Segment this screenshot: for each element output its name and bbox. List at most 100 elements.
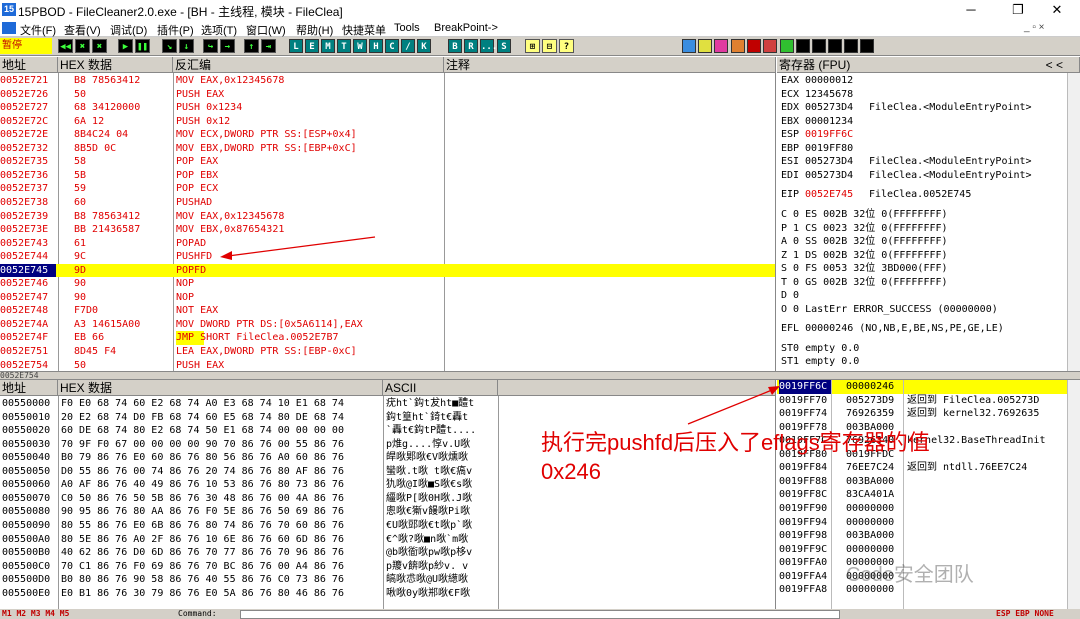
disasm-row[interactable]: 0052E745 9D POPFD <box>0 263 775 278</box>
disasm-hex[interactable]: 8D45 F4 <box>74 345 172 359</box>
flag-line[interactable]: S 0 FS 0053 32位 3BD000(FFF) <box>781 262 948 276</box>
menu-tools[interactable]: Tools <box>394 22 420 34</box>
patches-button[interactable]: / <box>401 39 415 53</box>
dump-ascii[interactable]: 鈎t篁ht`錡t€轟t <box>386 411 498 425</box>
disasm-hex[interactable]: 6A 12 <box>74 115 172 129</box>
dump-ascii[interactable]: 疣ht`鈎t犮ht■醴t <box>386 397 498 411</box>
stack-row[interactable]: 0019FF6C 00000246 <box>777 380 1067 394</box>
stack-val[interactable]: 003BA000 <box>846 475 902 489</box>
disasm-address[interactable]: 0052E735 <box>0 155 56 169</box>
disasm-address[interactable]: 0052E746 <box>0 277 56 291</box>
windows-button[interactable]: W <box>353 39 367 53</box>
disasm-instruction[interactable]: LEA EAX,DWORD PTR SS:[EBP-0xC] <box>176 345 442 359</box>
stack-addr[interactable]: 0019FF9C <box>779 543 831 557</box>
stack-addr[interactable]: 0019FF84 <box>779 461 831 475</box>
disasm-header-disasm[interactable]: 反汇编 <box>173 57 444 73</box>
disasm-hex[interactable]: 8B5D 0C <box>74 142 172 156</box>
dump-ascii[interactable]: €U唙郖唙€t唙p`唙 <box>386 519 498 533</box>
disasm-hex[interactable]: 9C <box>74 250 172 264</box>
disasm-address[interactable]: 0052E738 <box>0 196 56 210</box>
dump-row[interactable]: 00550090 80 55 86 76 E0 6B 86 76 80 74 86… <box>0 519 775 533</box>
flag-line[interactable]: A 0 SS 002B 32位 0(FFFFFFFF) <box>781 235 948 249</box>
disasm-instruction[interactable]: PUSH 0x12 <box>176 115 442 129</box>
goto-button[interactable]: ⇥ <box>261 39 276 53</box>
pause-button[interactable]: ❚❚ <box>135 39 150 53</box>
dump-addr[interactable]: 00550060 <box>2 478 58 492</box>
stack-addr[interactable]: 0019FF98 <box>779 529 831 543</box>
modules-button[interactable]: E <box>305 39 319 53</box>
plugin-icon-6[interactable] <box>763 39 777 53</box>
dump-addr[interactable]: 00550020 <box>2 424 58 438</box>
dump-hex[interactable]: 60 DE 68 74 80 E2 68 74 50 E1 68 74 00 0… <box>61 424 383 438</box>
disasm-address[interactable]: 0052E747 <box>0 291 56 305</box>
dump-row[interactable]: 005500D0 B0 80 86 76 90 58 86 76 40 55 86… <box>0 573 775 587</box>
disasm-hex[interactable]: 50 <box>74 88 172 102</box>
flag-line[interactable]: O 0 LastErr ERROR_SUCCESS (00000000) <box>781 303 998 317</box>
disassembly-pane[interactable]: 地址 HEX 数据 反汇编 注释 0052E721 B8 78563412 MOV … <box>0 57 776 371</box>
trace-over-button[interactable]: → <box>220 39 235 53</box>
dump-row[interactable]: 00550010 20 E2 68 74 D0 FB 68 74 60 E5 68… <box>0 411 775 425</box>
flag-line[interactable]: P 1 CS 0023 32位 0(FFFFFFFF) <box>781 222 948 236</box>
dump-addr[interactable]: 005500A0 <box>2 533 58 547</box>
stack-row[interactable]: 0019FF8C 83CA401A <box>777 488 1067 502</box>
source-button[interactable]: S <box>497 39 511 53</box>
stack-val[interactable]: 76EE7C24 <box>846 461 902 475</box>
plugin-icon-10[interactable] <box>828 39 842 53</box>
dump-hex[interactable]: B0 79 86 76 E0 60 86 76 80 56 86 76 A0 6… <box>61 451 383 465</box>
disasm-row[interactable]: 0052E747 90 NOP <box>0 291 775 305</box>
disasm-row[interactable]: 0052E732 8B5D 0C MOV EBX,DWORD PTR SS:[EBP… <box>0 142 775 156</box>
disasm-instruction[interactable]: NOT EAX <box>176 304 442 318</box>
trace-into-button[interactable]: ↪ <box>203 39 218 53</box>
disasm-hex[interactable]: 8B4C24 04 <box>74 128 172 142</box>
disasm-hex[interactable]: 9D <box>74 264 172 278</box>
flag-line[interactable]: T 0 GS 002B 32位 0(FFFFFFFF) <box>781 276 948 290</box>
disasm-hex[interactable]: 68 34120000 <box>74 101 172 115</box>
disasm-instruction[interactable]: PUSH EAX <box>176 359 442 371</box>
stack-val[interactable]: 00000000 <box>846 502 902 516</box>
menu-window[interactable]: 窗口(W) <box>246 22 286 38</box>
flag-line[interactable]: Z 1 DS 002B 32位 0(FFFFFFFF) <box>781 249 948 263</box>
disasm-header-hex[interactable]: HEX 数据 <box>58 57 173 73</box>
disasm-instruction[interactable]: POPFD <box>176 264 442 278</box>
dump-addr[interactable]: 00550070 <box>2 492 58 506</box>
disasm-row[interactable]: 0052E737 59 POP ECX <box>0 182 775 196</box>
stack-row[interactable]: 0019FF90 00000000 <box>777 502 1067 516</box>
dump-hex[interactable]: A0 AF 86 76 40 49 86 76 10 53 86 76 80 7… <box>61 478 383 492</box>
dump-ascii[interactable]: 皔唙郹唙€V唙燻唙 <box>386 451 498 465</box>
dump-addr[interactable]: 005500E0 <box>2 587 58 601</box>
plugin-icon-9[interactable] <box>812 39 826 53</box>
registers-header[interactable]: 寄存器 (FPU) < < <box>777 57 1080 73</box>
dump-ascii[interactable]: €^唙?唙■n唙`m唙 <box>386 533 498 547</box>
dump-hex[interactable]: 70 9F F0 67 00 00 00 00 90 70 86 76 00 5… <box>61 438 383 452</box>
registers-pane[interactable]: 寄存器 (FPU) < < EAX 00000012 ECX 12345678 EDX 0… <box>777 57 1080 371</box>
disasm-instruction[interactable]: NOP <box>176 277 442 291</box>
disasm-row[interactable]: 0052E72E 8B4C24 04 MOV ECX,DWORD PTR SS:[E… <box>0 128 775 142</box>
dump-addr[interactable]: 005500D0 <box>2 573 58 587</box>
menu-plugins[interactable]: 插件(P) <box>157 22 194 38</box>
dump-addr[interactable]: 00550050 <box>2 465 58 479</box>
disasm-hex[interactable]: 59 <box>74 182 172 196</box>
log-window-button[interactable]: L <box>289 39 303 53</box>
dump-addr[interactable]: 00550090 <box>2 519 58 533</box>
dump-ascii[interactable]: 犰唙@I唙■S唙€s唙 <box>386 478 498 492</box>
mdi-controls[interactable]: _ ▫ × <box>1024 22 1045 33</box>
disasm-address[interactable]: 0052E721 <box>0 74 56 88</box>
memory-dump-pane[interactable]: 地址 HEX 数据 ASCII 00550000 F0 E0 68 74 60 E… <box>0 380 776 609</box>
flag-line[interactable]: D 0 <box>781 289 799 303</box>
plugin-icon-2[interactable] <box>698 39 712 53</box>
plugin-icon-3[interactable] <box>714 39 728 53</box>
cpu-button[interactable]: C <box>385 39 399 53</box>
disasm-header-addr[interactable]: 地址 <box>0 57 58 73</box>
breakpoints-button[interactable]: B <box>448 39 462 53</box>
stack-val[interactable]: 76926359 <box>846 407 902 421</box>
menu-debug[interactable]: 调试(D) <box>110 22 147 38</box>
dump-row[interactable]: 005500E0 E0 B1 86 76 30 79 86 76 E0 5A 86… <box>0 587 775 601</box>
dump-hex[interactable]: 80 5E 86 76 A0 2F 86 76 10 6E 86 76 60 6… <box>61 533 383 547</box>
disasm-instruction[interactable]: PUSHAD <box>176 196 442 210</box>
stack-addr[interactable]: 0019FFA4 <box>779 570 831 584</box>
stack-row[interactable]: 0019FF70 005273D9 返回到 FileClea.005273D <box>777 394 1067 408</box>
menu-options[interactable]: 选项(T) <box>201 22 237 38</box>
disasm-address[interactable]: 0052E727 <box>0 101 56 115</box>
run-trace-button[interactable]: ... <box>480 39 497 53</box>
stack-note[interactable]: 返回到 ntdll.76EE7C24 <box>907 461 1067 475</box>
